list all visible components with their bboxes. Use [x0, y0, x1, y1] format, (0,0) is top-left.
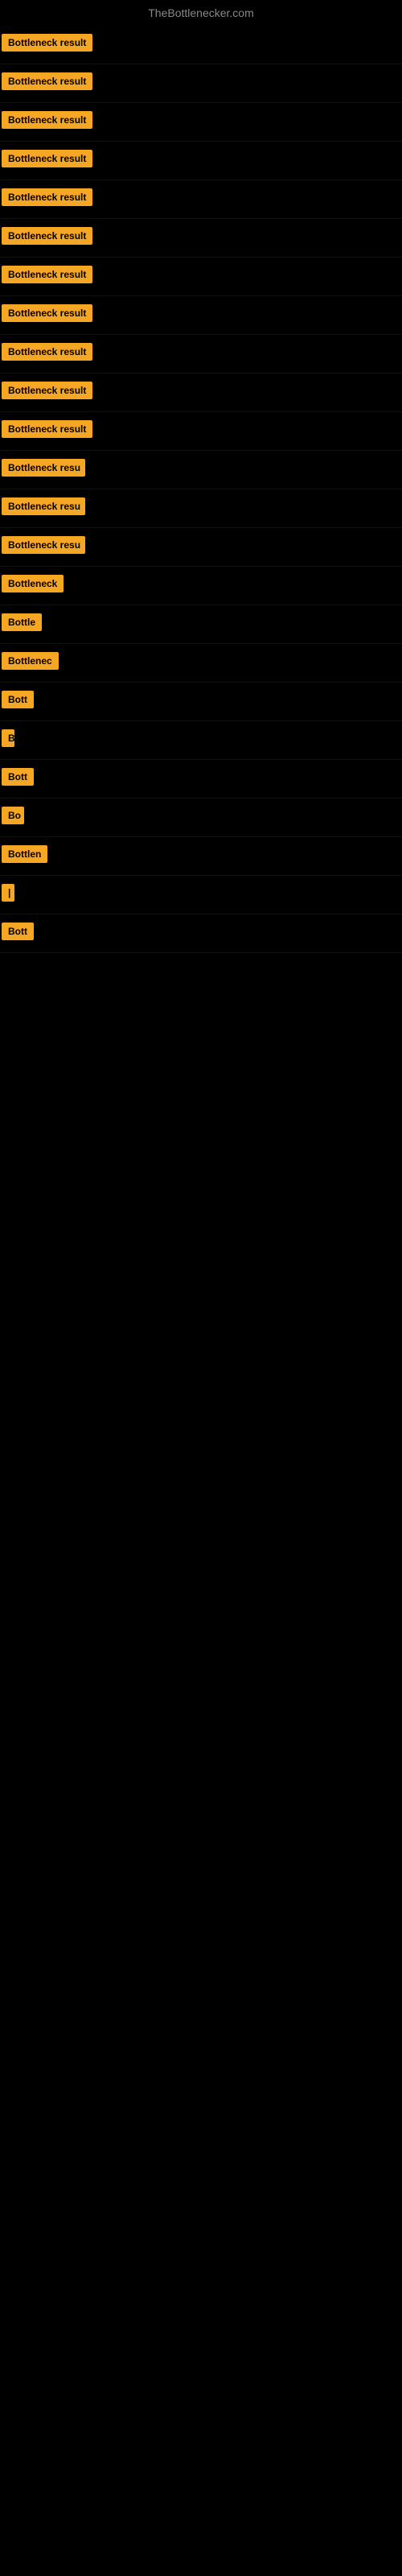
- bottleneck-result-badge[interactable]: Bottleneck: [2, 575, 64, 592]
- list-item: Bottleneck result: [0, 26, 402, 64]
- list-item: Bott: [0, 760, 402, 799]
- list-item: Bottleneck result: [0, 103, 402, 142]
- list-item: Bottleneck result: [0, 180, 402, 219]
- list-item: B: [0, 721, 402, 760]
- bottleneck-result-badge[interactable]: Bottleneck result: [2, 72, 92, 90]
- bottleneck-result-badge[interactable]: Bottleneck result: [2, 188, 92, 206]
- site-title: TheBottlenecker.com: [0, 0, 402, 26]
- bottleneck-result-badge[interactable]: Bottleneck result: [2, 150, 92, 167]
- bottleneck-result-badge[interactable]: Bott: [2, 768, 34, 786]
- list-item: Bottleneck resu: [0, 489, 402, 528]
- list-item: Bottleneck resu: [0, 528, 402, 567]
- bottleneck-result-badge[interactable]: Bottleneck resu: [2, 459, 85, 477]
- list-item: Bo: [0, 799, 402, 837]
- list-item: Bottleneck result: [0, 219, 402, 258]
- list-item: Bottleneck result: [0, 64, 402, 103]
- bottleneck-result-badge[interactable]: Bottleneck result: [2, 304, 92, 322]
- list-item: Bottleneck result: [0, 335, 402, 374]
- list-item: |: [0, 876, 402, 914]
- bottleneck-result-badge[interactable]: Bottleneck result: [2, 111, 92, 129]
- list-item: Bott: [0, 914, 402, 953]
- bottleneck-result-badge[interactable]: Bottlen: [2, 845, 47, 863]
- list-item: Bottleneck result: [0, 142, 402, 180]
- list-item: Bottleneck: [0, 567, 402, 605]
- bottleneck-result-badge[interactable]: B: [2, 729, 14, 747]
- bottleneck-result-badge[interactable]: Bottleneck resu: [2, 497, 85, 515]
- bottleneck-result-badge[interactable]: Bottle: [2, 613, 42, 631]
- list-item: Bottleneck result: [0, 412, 402, 451]
- bottleneck-result-badge[interactable]: Bottleneck resu: [2, 536, 85, 554]
- bottleneck-result-badge[interactable]: Bottleneck result: [2, 343, 92, 361]
- list-item: Bottlenec: [0, 644, 402, 683]
- bottleneck-result-badge[interactable]: |: [2, 884, 14, 902]
- list-item: Bottleneck result: [0, 258, 402, 296]
- bottleneck-result-badge[interactable]: Bottleneck result: [2, 382, 92, 399]
- list-item: Bottleneck resu: [0, 451, 402, 489]
- list-item: Bottleneck result: [0, 296, 402, 335]
- bottleneck-result-badge[interactable]: Bo: [2, 807, 24, 824]
- list-item: Bottle: [0, 605, 402, 644]
- bottleneck-result-badge[interactable]: Bott: [2, 923, 34, 940]
- bottleneck-result-badge[interactable]: Bottleneck result: [2, 266, 92, 283]
- bottleneck-result-badge[interactable]: Bottleneck result: [2, 34, 92, 52]
- list-item: Bottleneck result: [0, 374, 402, 412]
- list-item: Bott: [0, 683, 402, 721]
- list-item: Bottlen: [0, 837, 402, 876]
- bottleneck-result-badge[interactable]: Bottlenec: [2, 652, 59, 670]
- bottleneck-result-badge[interactable]: Bottleneck result: [2, 227, 92, 245]
- bottleneck-result-badge[interactable]: Bott: [2, 691, 34, 708]
- bottleneck-result-badge[interactable]: Bottleneck result: [2, 420, 92, 438]
